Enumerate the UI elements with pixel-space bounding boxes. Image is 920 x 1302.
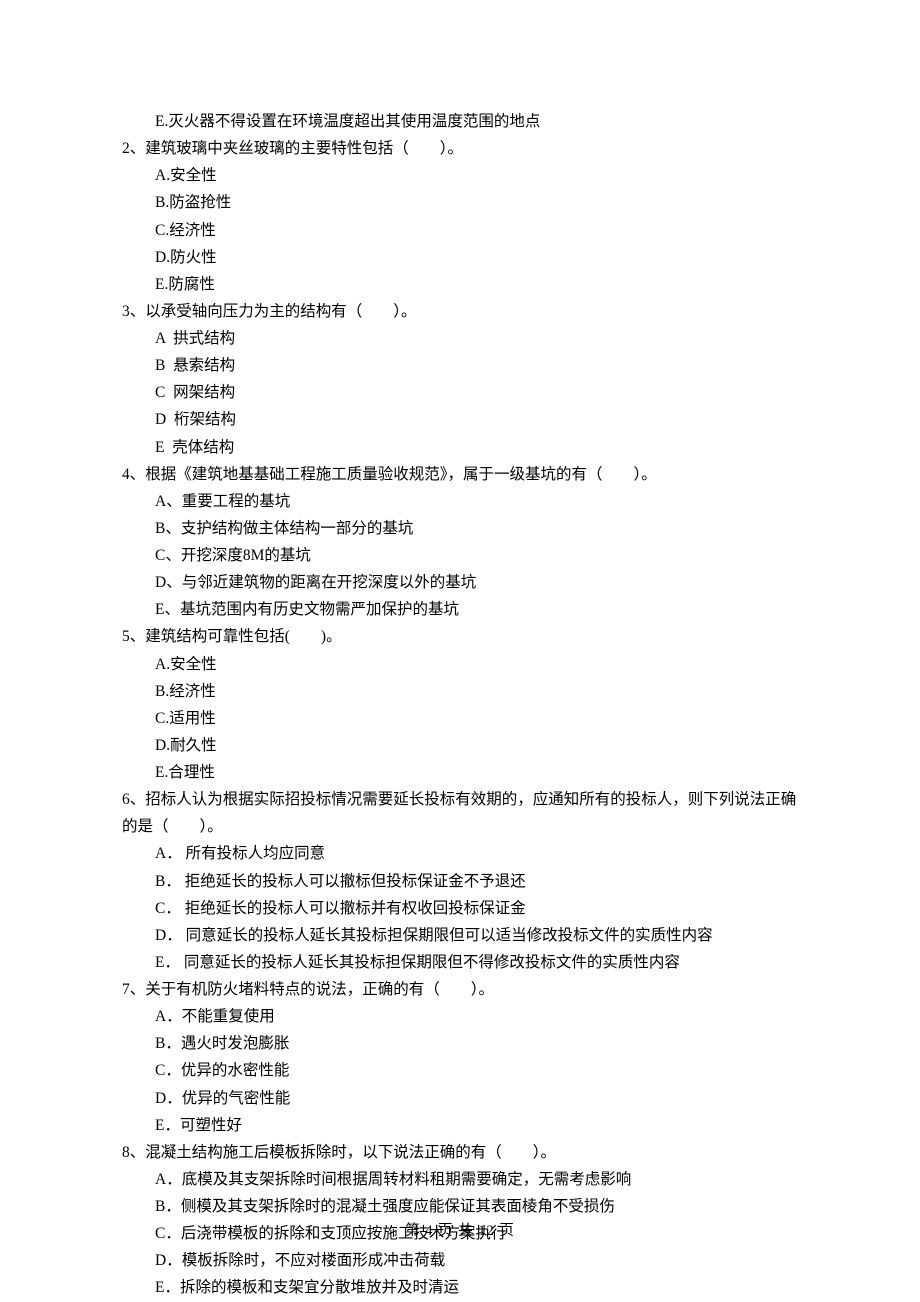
- option: E．拆除的模板和支架宜分散堆放并及时清运: [155, 1274, 798, 1301]
- question-stem: 5、建筑结构可靠性包括( )。: [122, 623, 798, 650]
- option: B.防盗抢性: [155, 189, 798, 216]
- option: D.防火性: [155, 244, 798, 271]
- option: B． 拒绝延长的投标人可以撤标但投标保证金不予退还: [155, 868, 798, 895]
- option: C.经济性: [155, 217, 798, 244]
- option-text: E.灭火器不得设置在环境温度超出其使用温度范围的地点: [155, 113, 540, 130]
- question-stem: 3、以承受轴向压力为主的结构有（ ）。: [122, 298, 798, 325]
- question-stem: 7、关于有机防火堵料特点的说法，正确的有（ ）。: [122, 976, 798, 1003]
- option: D．模板拆除时，不应对楼面形成冲击荷载: [155, 1247, 798, 1274]
- question-stem: 8、混凝土结构施工后模板拆除时，以下说法正确的有（ ）。: [122, 1139, 798, 1166]
- options-group: A． 所有投标人均应同意B． 拒绝延长的投标人可以撤标但投标保证金不予退还C． …: [122, 840, 798, 976]
- options-group: A 拱式结构B 悬索结构C 网架结构D 桁架结构E 壳体结构: [122, 325, 798, 461]
- options-group: A.安全性B.经济性C.适用性D.耐久性E.合理性: [122, 651, 798, 787]
- questions-container: 2、建筑玻璃中夹丝玻璃的主要特性包括（ ）。A.安全性B.防盗抢性C.经济性D.…: [122, 135, 798, 1301]
- option: D． 同意延长的投标人延长其投标担保期限但可以适当修改投标文件的实质性内容: [155, 922, 798, 949]
- option: E.合理性: [155, 759, 798, 786]
- question: 7、关于有机防火堵料特点的说法，正确的有（ ）。A．不能重复使用B．遇火时发泡膨…: [122, 976, 798, 1139]
- page-footer: 第 4 页 共 12 页: [0, 1219, 920, 1244]
- option: B、支护结构做主体结构一部分的基坑: [155, 515, 798, 542]
- option: A.安全性: [155, 162, 798, 189]
- option: E.防腐性: [155, 271, 798, 298]
- question: 2、建筑玻璃中夹丝玻璃的主要特性包括（ ）。A.安全性B.防盗抢性C.经济性D.…: [122, 135, 798, 298]
- option: E． 同意延长的投标人延长其投标担保期限但不得修改投标文件的实质性内容: [155, 949, 798, 976]
- option: A． 所有投标人均应同意: [155, 840, 798, 867]
- option: A.安全性: [155, 651, 798, 678]
- option: D．优异的气密性能: [155, 1085, 798, 1112]
- question-stem: 2、建筑玻璃中夹丝玻璃的主要特性包括（ ）。: [122, 135, 798, 162]
- option: C 网架结构: [155, 379, 798, 406]
- option: D、与邻近建筑物的距离在开挖深度以外的基坑: [155, 569, 798, 596]
- option: E、基坑范围内有历史文物需严加保护的基坑: [155, 596, 798, 623]
- options-group: A.安全性B.防盗抢性C.经济性D.防火性E.防腐性: [122, 162, 798, 298]
- question-stem: 6、招标人认为根据实际招投标情况需要延长投标有效期的，应通知所有的投标人，则下列…: [122, 786, 798, 840]
- options-group: A．不能重复使用B．遇火时发泡膨胀C．优异的水密性能D．优异的气密性能E．可塑性…: [122, 1003, 798, 1139]
- option: A、重要工程的基坑: [155, 488, 798, 515]
- option: A 拱式结构: [155, 325, 798, 352]
- option: C、开挖深度8M的基坑: [155, 542, 798, 569]
- question: 6、招标人认为根据实际招投标情况需要延长投标有效期的，应通知所有的投标人，则下列…: [122, 786, 798, 976]
- question: 4、根据《建筑地基基础工程施工质量验收规范》，属于一级基坑的有（ ）。A、重要工…: [122, 461, 798, 624]
- option: E 壳体结构: [155, 434, 798, 461]
- question-stem: 4、根据《建筑地基基础工程施工质量验收规范》，属于一级基坑的有（ ）。: [122, 461, 798, 488]
- option: C.适用性: [155, 705, 798, 732]
- option: B．侧模及其支架拆除时的混凝土强度应能保证其表面棱角不受损伤: [155, 1193, 798, 1220]
- option: B.经济性: [155, 678, 798, 705]
- option: E．可塑性好: [155, 1112, 798, 1139]
- option: A．不能重复使用: [155, 1003, 798, 1030]
- option: A．底模及其支架拆除时间根据周转材料租期需要确定，无需考虑影响: [155, 1166, 798, 1193]
- option: C． 拒绝延长的投标人可以撤标并有权收回投标保证金: [155, 895, 798, 922]
- orphan-option-e: E.灭火器不得设置在环境温度超出其使用温度范围的地点: [122, 108, 798, 135]
- option: C．优异的水密性能: [155, 1057, 798, 1084]
- options-group: A、重要工程的基坑B、支护结构做主体结构一部分的基坑C、开挖深度8M的基坑D、与…: [122, 488, 798, 624]
- question: 3、以承受轴向压力为主的结构有（ ）。A 拱式结构B 悬索结构C 网架结构D 桁…: [122, 298, 798, 461]
- document-page: E.灭火器不得设置在环境温度超出其使用温度范围的地点 2、建筑玻璃中夹丝玻璃的主…: [0, 0, 920, 1302]
- question: 5、建筑结构可靠性包括( )。A.安全性B.经济性C.适用性D.耐久性E.合理性: [122, 623, 798, 786]
- page-number: 第 4 页 共 12 页: [405, 1223, 515, 1239]
- option: D.耐久性: [155, 732, 798, 759]
- option: D 桁架结构: [155, 406, 798, 433]
- option: B 悬索结构: [155, 352, 798, 379]
- option: B．遇火时发泡膨胀: [155, 1030, 798, 1057]
